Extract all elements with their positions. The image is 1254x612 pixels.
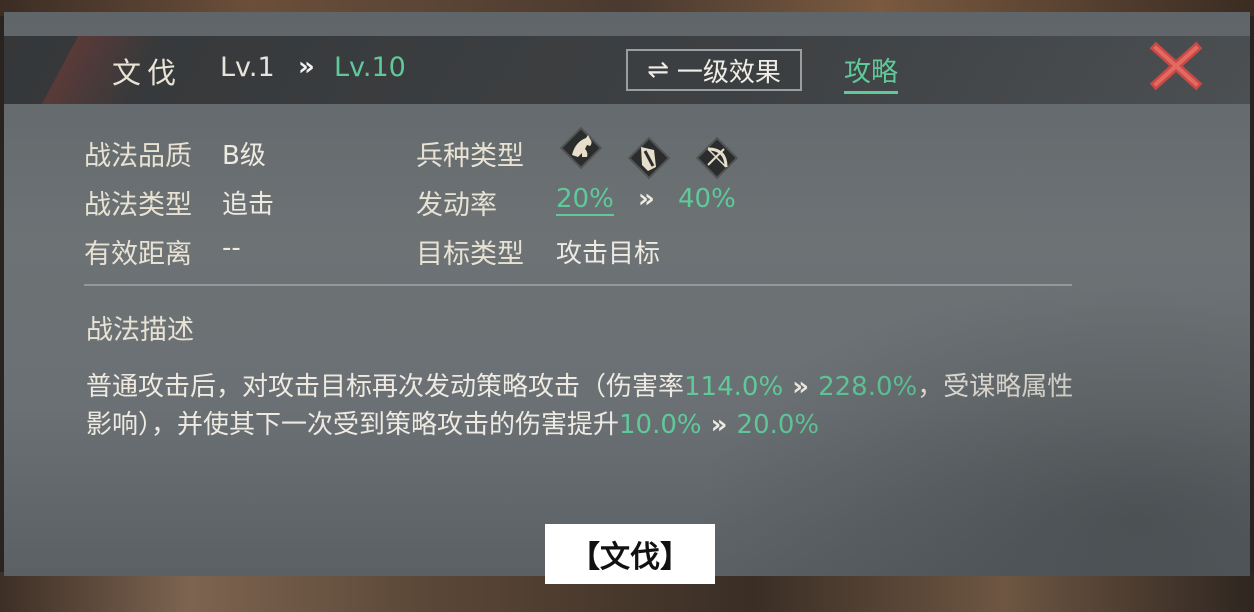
- range-label: 有效距离: [84, 239, 192, 270]
- skill-detail-panel: 文伐 Lv.1 » Lv.10 ⇌ 一级效果 攻略 战法品质 B级 战法类型 追…: [4, 12, 1250, 576]
- close-button[interactable]: [1149, 40, 1203, 92]
- archer-icon: [694, 135, 740, 181]
- section-divider: [84, 284, 1072, 286]
- damage-rate-arrow: »: [783, 372, 819, 402]
- description-title: 战法描述: [86, 315, 194, 346]
- trigger-rate-from: 20%: [556, 184, 614, 216]
- desc-text-1: 普通攻击后，对攻击目标再次发动策略攻击（伤害率: [86, 372, 685, 402]
- close-icon: [1149, 41, 1203, 91]
- quality-value: B级: [222, 141, 266, 171]
- troop-type-label: 兵种类型: [416, 141, 524, 172]
- strategy-guide-link[interactable]: 攻略: [844, 50, 898, 94]
- skill-type-value: 追击: [222, 190, 275, 220]
- skill-type-label: 战法类型: [84, 190, 192, 221]
- level-effect-toggle-button[interactable]: ⇌ 一级效果: [626, 49, 802, 91]
- damage-boost-arrow: »: [701, 410, 737, 440]
- target-type-label: 目标类型: [416, 239, 524, 270]
- trigger-rate-arrow: »: [638, 184, 655, 214]
- damage-boost-from: 10.0%: [619, 410, 702, 440]
- trigger-rate-to: 40%: [678, 184, 736, 214]
- target-type-value: 攻击目标: [556, 239, 661, 269]
- level-arrow: »: [298, 52, 315, 82]
- video-caption: 【文伐】: [545, 524, 715, 584]
- skill-description: 普通攻击后，对攻击目标再次发动策略攻击（伤害率114.0% » 228.0%，受…: [86, 368, 1086, 444]
- damage-boost-to: 20.0%: [736, 410, 820, 440]
- damage-rate-from: 114.0%: [684, 372, 784, 402]
- swap-icon: ⇌: [647, 55, 669, 85]
- shield-icon: [626, 135, 672, 181]
- effect-button-label: 一级效果: [676, 57, 781, 88]
- quality-label: 战法品质: [84, 141, 192, 172]
- trigger-rate-label: 发动率: [416, 190, 497, 221]
- level-to: Lv.10: [334, 52, 406, 83]
- skill-name: 文伐: [112, 56, 183, 90]
- damage-rate-to: 228.0%: [818, 372, 918, 402]
- cavalry-icon: [558, 125, 604, 171]
- level-from: Lv.1: [220, 52, 275, 83]
- range-value: --: [222, 233, 241, 263]
